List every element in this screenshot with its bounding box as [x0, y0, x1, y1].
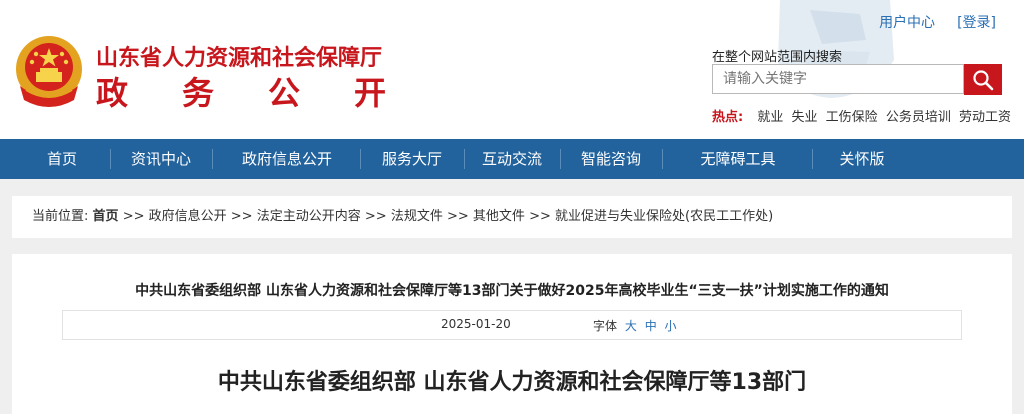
- nav-separator: [560, 149, 561, 169]
- font-size-large[interactable]: 大: [625, 319, 637, 333]
- article-panel: 中共山东省委组织部 山东省人力资源和社会保障厅等13部门关于做好2025年高校毕…: [12, 254, 1012, 414]
- subtitle-char: 政: [96, 74, 129, 112]
- nav-separator: [110, 149, 111, 169]
- document-heading: 中共山东省委组织部 山东省人力资源和社会保障厅等13部门: [217, 370, 807, 395]
- main-nav: 首页 资讯中心 政府信息公开 服务大厅 互动交流 智能咨询 无障碍工具 关怀版: [0, 139, 1024, 179]
- breadcrumb-separator: >>: [529, 209, 551, 224]
- search-icon: [973, 69, 994, 90]
- font-size-label: 字体: [593, 319, 618, 333]
- article-meta-bar: 2025-01-20 字体 大 中 小: [62, 310, 962, 340]
- subtitle-char: 务: [181, 74, 214, 112]
- nav-item-care-version[interactable]: 关怀版: [822, 139, 902, 179]
- nav-separator: [662, 149, 663, 169]
- nav-item-service-hall[interactable]: 服务大厅: [368, 139, 456, 179]
- search-label: 在整个网站范围内搜索: [712, 50, 843, 65]
- hot-keyword[interactable]: 劳动工资: [959, 110, 1011, 125]
- font-size-control: 字体 大 中 小: [593, 317, 677, 334]
- nav-separator: [812, 149, 813, 169]
- breadcrumb-link[interactable]: 其他文件: [473, 209, 525, 224]
- breadcrumb-link[interactable]: 法定主动公开内容: [257, 209, 361, 224]
- nav-item-accessibility[interactable]: 无障碍工具: [680, 139, 796, 179]
- breadcrumb-link[interactable]: 就业促进与失业保险处(农民工工作处): [555, 209, 773, 224]
- site-header: 山东省人力资源和社会保障厅 政 务 公 开 用户中心 [登录] 在整个网站范围内…: [0, 0, 1024, 139]
- breadcrumb-prefix: 当前位置:: [32, 209, 89, 224]
- breadcrumb-separator: >>: [446, 209, 469, 224]
- breadcrumb-separator: >>: [230, 209, 253, 224]
- nav-item-home[interactable]: 首页: [22, 139, 102, 179]
- publish-date: 2025-01-20: [441, 317, 511, 331]
- subtitle-char: 公: [267, 74, 300, 112]
- search-input[interactable]: [712, 64, 964, 94]
- breadcrumb-link-home[interactable]: 首页: [93, 209, 119, 224]
- hot-keyword[interactable]: 失业: [792, 110, 818, 125]
- national-emblem-icon: [16, 36, 82, 107]
- article-title: 中共山东省委组织部 山东省人力资源和社会保障厅等13部门关于做好2025年高校毕…: [135, 283, 889, 299]
- breadcrumb-separator: >>: [364, 209, 387, 224]
- user-center-link[interactable]: 用户中心: [879, 12, 935, 32]
- subtitle-char: 开: [353, 74, 386, 112]
- breadcrumb-link[interactable]: 政府信息公开: [149, 209, 227, 224]
- login-link[interactable]: [登录]: [957, 12, 996, 32]
- nav-item-interaction[interactable]: 互动交流: [472, 139, 552, 179]
- breadcrumb: 当前位置: 首页 >> 政府信息公开 >> 法定主动公开内容 >> 法规文件 >…: [12, 196, 1012, 238]
- search-button[interactable]: [964, 64, 1002, 95]
- hot-keyword[interactable]: 就业: [757, 110, 783, 125]
- breadcrumb-link[interactable]: 法规文件: [391, 209, 443, 224]
- nav-item-gov-info[interactable]: 政府信息公开: [222, 139, 352, 179]
- font-size-medium[interactable]: 中: [645, 319, 657, 333]
- nav-item-news[interactable]: 资讯中心: [118, 139, 204, 179]
- hot-keyword[interactable]: 公务员培训: [886, 110, 951, 125]
- nav-separator: [360, 149, 361, 169]
- hot-label: 热点:: [712, 110, 744, 125]
- font-size-small[interactable]: 小: [665, 319, 677, 333]
- nav-separator: [464, 149, 465, 169]
- breadcrumb-separator: >>: [122, 209, 145, 224]
- site-subtitle: 政 务 公 开: [96, 68, 386, 114]
- hot-keyword[interactable]: 工伤保险: [826, 110, 878, 125]
- hot-keywords: 热点: 就业 失业 工伤保险 公务员培训 劳动工资: [712, 106, 1015, 125]
- top-links: 用户中心 [登录]: [879, 12, 996, 32]
- nav-item-smart-consult[interactable]: 智能咨询: [568, 139, 654, 179]
- nav-separator: [212, 149, 213, 169]
